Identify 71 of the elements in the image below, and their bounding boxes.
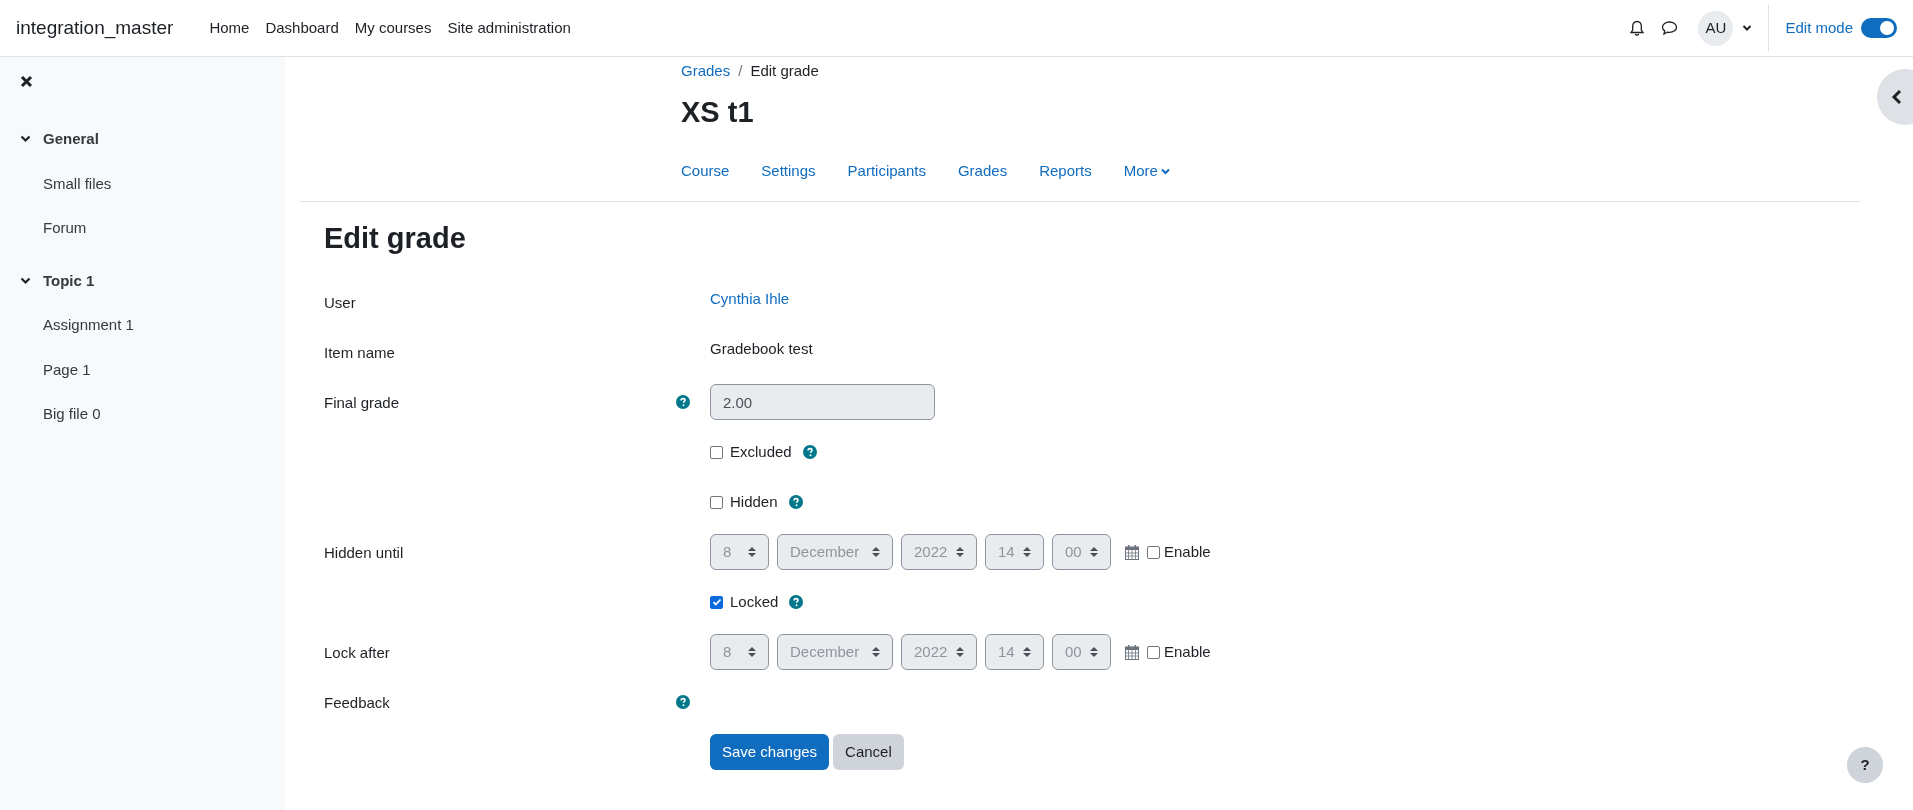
field-label: Hidden until (324, 543, 404, 563)
checkbox[interactable] (710, 495, 723, 509)
checkbox-label: Excluded (730, 441, 792, 462)
course-nav-tab[interactable]: Reports (1039, 160, 1092, 183)
site-name[interactable]: integration_master (16, 13, 174, 43)
section-title[interactable]: Topic 1 (43, 269, 95, 292)
caret-icon (1160, 167, 1170, 175)
item-name-value: Gradebook test (710, 339, 813, 359)
checkbox[interactable] (710, 595, 723, 609)
spinner-icon (872, 546, 880, 558)
sidebar-item[interactable]: Page 1 (20, 358, 285, 381)
sidebar-item[interactable]: Small files (20, 172, 285, 195)
help-icon[interactable] (802, 445, 817, 459)
spinner-icon (1023, 646, 1031, 658)
help-button[interactable]: ? (1847, 747, 1883, 783)
breadcrumb-item: Edit grade (750, 61, 819, 81)
course-nav-tab[interactable]: Participants (847, 160, 926, 183)
cancel-button[interactable]: Cancel (833, 734, 904, 770)
sidebar-item[interactable]: Assignment 1 (20, 314, 285, 337)
nav-link[interactable]: Site administration (447, 16, 571, 40)
enable-label: Enable (1164, 641, 1211, 662)
user-avatar[interactable]: AU (1698, 10, 1734, 46)
spinner-icon (748, 546, 756, 558)
course-title: XS t1 (681, 94, 754, 130)
save-button[interactable]: Save changes (710, 734, 830, 770)
course-nav-tab[interactable]: Settings (761, 160, 816, 183)
page-heading: Edit grade (324, 220, 467, 256)
help-icon[interactable] (789, 595, 804, 609)
course-nav-tab[interactable]: Grades (957, 160, 1008, 183)
help-icon[interactable] (676, 695, 690, 709)
breadcrumb-separator: / (738, 61, 743, 81)
course-nav-tab[interactable]: Course (681, 160, 730, 183)
field-label: Lock after (324, 643, 390, 663)
field-label: Item name (324, 343, 395, 363)
caret-icon[interactable] (1742, 24, 1753, 32)
field-label: User (324, 293, 356, 313)
nav-link[interactable]: Home (209, 16, 250, 40)
nav-link[interactable]: Dashboard (265, 16, 339, 40)
edit-mode-label: Edit mode (1785, 17, 1853, 38)
chat-icon[interactable] (1661, 20, 1679, 36)
close-icon[interactable] (20, 75, 33, 88)
spinner-icon (1090, 546, 1098, 558)
help-icon[interactable] (788, 495, 803, 509)
breadcrumb-item[interactable]: Grades (681, 60, 731, 83)
user-link[interactable]: Cynthia Ihle (710, 284, 790, 311)
calendar-icon[interactable] (1125, 644, 1139, 660)
section-title[interactable]: General (43, 128, 99, 151)
chevron-icon[interactable] (20, 276, 31, 285)
calendar-icon[interactable] (1125, 544, 1139, 560)
checkbox-label: Locked (730, 591, 779, 612)
spinner-icon (1090, 646, 1098, 658)
checkbox-label: Hidden (730, 491, 778, 512)
edit-mode-toggle[interactable] (1861, 18, 1897, 38)
spinner-icon (1023, 546, 1031, 558)
field-label: Final grade (324, 393, 400, 413)
checkbox[interactable] (1147, 645, 1160, 659)
checkbox[interactable] (710, 445, 723, 459)
chevron-icon (1891, 89, 1903, 105)
spinner-icon (748, 646, 756, 658)
nav-link[interactable]: My courses (354, 16, 432, 40)
chevron-icon[interactable] (20, 135, 31, 144)
checkbox[interactable] (1147, 545, 1160, 559)
bell-icon[interactable] (1629, 19, 1646, 37)
course-nav-tab[interactable]: More (1123, 160, 1170, 183)
spinner-icon (872, 646, 880, 658)
enable-label: Enable (1164, 541, 1211, 562)
spinner-icon (956, 646, 964, 658)
field-label: Feedback (324, 693, 390, 713)
sidebar-item[interactable]: Big file 0 (20, 403, 285, 426)
spinner-icon (956, 546, 964, 558)
sidebar-item[interactable]: Forum (20, 217, 285, 240)
